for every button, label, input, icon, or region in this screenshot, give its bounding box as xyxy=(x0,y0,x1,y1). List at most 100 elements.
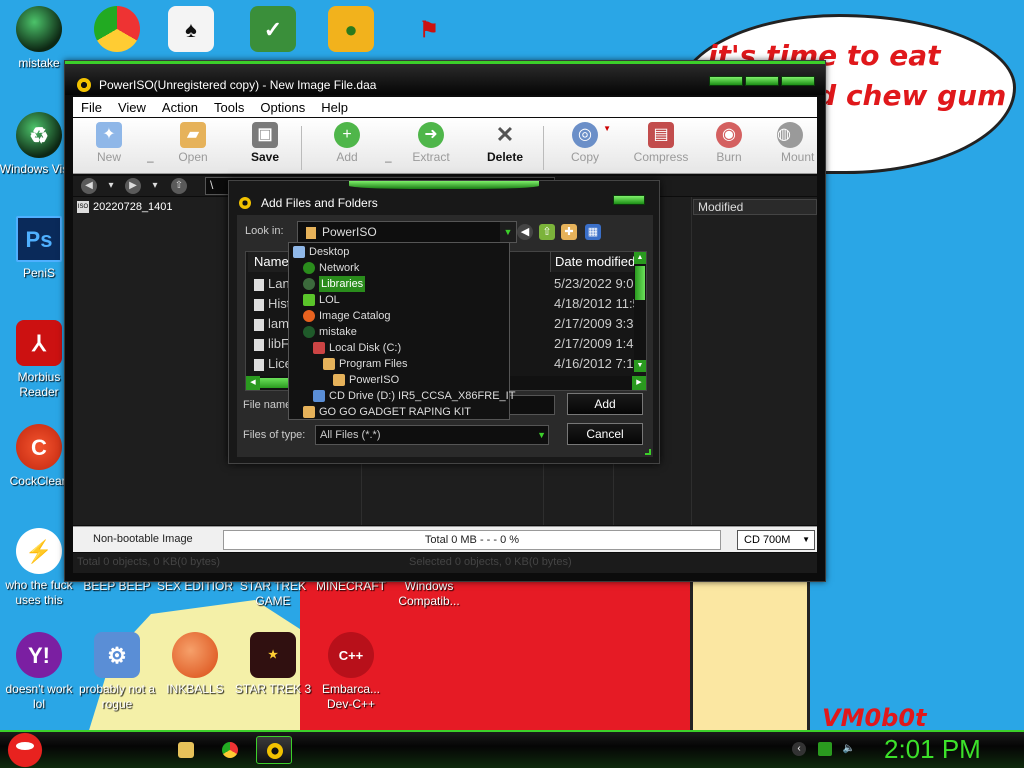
dropdown-item-lol[interactable]: LOL xyxy=(303,292,340,308)
dropdown-item-libraries[interactable]: Libraries xyxy=(303,276,366,292)
volume-icon[interactable]: 🔈 xyxy=(842,742,856,756)
taskbar-explorer[interactable] xyxy=(168,736,204,764)
menu-help[interactable]: Help xyxy=(313,100,356,115)
desktop-icon-star-trek-3[interactable]: ★ STAR TREK 3 xyxy=(232,632,314,697)
desktop-icon-windows-compat[interactable]: Windows Compatib... xyxy=(388,579,470,609)
status-bar: Non-bootable Image Total 0 MB - - - 0 % … xyxy=(73,526,817,552)
delete-button[interactable]: ✕ Delete xyxy=(473,122,537,164)
burn-button[interactable]: ◉ Burn xyxy=(697,122,761,164)
media-size-select[interactable]: CD 700M xyxy=(737,530,815,550)
bad-piggies-icon: ● xyxy=(328,6,374,52)
scroll-left-icon[interactable]: ◀ xyxy=(246,376,260,390)
network-status-icon[interactable] xyxy=(818,742,832,756)
chevron-down-icon[interactable]: ▼ xyxy=(500,222,516,242)
dropdown-item-image-catalog[interactable]: Image Catalog xyxy=(303,308,391,324)
solitaire-icon: ♠ xyxy=(168,6,214,52)
desktop-icon-label: doesn't work lol xyxy=(5,682,73,711)
add-button[interactable]: Add xyxy=(567,393,643,415)
desktop-icon xyxy=(293,246,305,258)
desktop-icon-yahoo[interactable]: Y! doesn't work lol xyxy=(0,632,80,712)
column-header-modified[interactable]: Modified xyxy=(693,199,817,215)
folder-icon xyxy=(333,374,345,386)
dialog-title: Add Files and Folders xyxy=(261,196,378,210)
menu-file[interactable]: File xyxy=(73,100,110,115)
dropdown-item-cd-drive[interactable]: CD Drive (D:) IR5_CCSA_X86FRE_IT xyxy=(313,388,515,404)
forward-icon[interactable]: ▶ xyxy=(125,178,141,194)
wallpaper-cartoon-character xyxy=(690,580,810,730)
copy-disc-icon: ◎ xyxy=(572,122,598,148)
save-icon: ▣ xyxy=(252,122,278,148)
menu-options[interactable]: Options xyxy=(252,100,313,115)
menu-action[interactable]: Action xyxy=(154,100,206,115)
dialog-close-button[interactable] xyxy=(613,195,645,205)
cancel-button[interactable]: Cancel xyxy=(567,423,643,445)
dropdown-item-gadget-kit[interactable]: GO GO GADGET RAPING KIT xyxy=(303,404,471,420)
dropdown-item-label: Desktop xyxy=(309,246,350,258)
dropdown-item-desktop[interactable]: Desktop xyxy=(293,244,349,260)
recycle-orb-icon: ♻ xyxy=(16,112,62,158)
column-header-date-modified[interactable]: Date modified xyxy=(550,252,636,272)
mount-button[interactable]: ◍ Mount xyxy=(763,122,817,164)
back-dropdown-icon[interactable]: ▾ xyxy=(103,178,119,194)
up-folder-icon[interactable]: ⇧ xyxy=(539,224,555,240)
open-button[interactable]: ▰ Open xyxy=(161,122,225,164)
desktop-icon-inkballs[interactable]: INKBALLS xyxy=(154,632,236,697)
desktop-icon-solitaire[interactable]: ♠ xyxy=(150,6,232,56)
desktop-icon-flag[interactable]: ⚑ xyxy=(388,6,470,56)
dropdown-item-poweriso[interactable]: PowerISO xyxy=(333,372,399,388)
desktop-icon-security[interactable]: ✓ xyxy=(232,6,314,56)
toolbar-label: Delete xyxy=(486,150,524,164)
up-folder-icon[interactable]: ⇧ xyxy=(171,178,187,194)
dropdown-item-program-files[interactable]: Program Files xyxy=(323,356,407,372)
scroll-right-icon[interactable]: ▶ xyxy=(632,376,646,390)
scroll-up-icon[interactable]: ▲ xyxy=(634,252,646,264)
back-icon[interactable]: ◀ xyxy=(517,224,533,240)
compress-button[interactable]: ▤ Compress xyxy=(625,122,697,164)
copy-button[interactable]: ◎ ▼ Copy xyxy=(553,122,617,164)
scroll-down-icon[interactable]: ▼ xyxy=(634,360,646,372)
desktop-icon-bad-piggies[interactable]: ● xyxy=(310,6,392,56)
start-button[interactable] xyxy=(4,728,46,768)
dropdown-item-mistake[interactable]: mistake xyxy=(303,324,357,340)
desktop-icon-rogue[interactable]: ⚙ probably not a rogue xyxy=(76,632,158,712)
vertical-scrollbar[interactable]: ▲ ▼ xyxy=(634,252,646,372)
open-folder-icon: ▰ xyxy=(180,122,206,148)
window-titlebar[interactable]: PowerISO(Unregistered copy) - New Image … xyxy=(65,61,825,95)
extract-button[interactable]: ➜ Extract xyxy=(399,122,463,164)
forward-dropdown-icon[interactable]: ▾ xyxy=(147,178,163,194)
save-button[interactable]: ▣ Save xyxy=(233,122,297,164)
menu-tools[interactable]: Tools xyxy=(206,100,252,115)
minimize-button[interactable] xyxy=(709,76,743,86)
new-folder-icon[interactable]: ✚ xyxy=(561,224,577,240)
dropdown-item-local-disk[interactable]: Local Disk (C:) xyxy=(313,340,401,356)
toolbar-separator xyxy=(301,126,302,170)
add-button[interactable]: + Add xyxy=(315,122,379,164)
desktop-icon-star-trek-game[interactable]: STAR TREK GAME xyxy=(232,579,314,609)
new-button[interactable]: ✦ New xyxy=(77,122,141,164)
taskbar-chrome[interactable] xyxy=(212,736,248,764)
taskbar-poweriso[interactable] xyxy=(256,736,292,764)
desktop-icon-dev-cpp[interactable]: C++ Embarca... Dev-C++ xyxy=(310,632,392,712)
toolbar-dropdown-arrow[interactable]: – xyxy=(385,154,392,168)
resize-grip[interactable] xyxy=(645,449,651,455)
poweriso-disc-icon xyxy=(239,197,251,209)
file-type-select[interactable]: All Files (*.*) ▼ xyxy=(315,425,549,445)
tree-item-image[interactable]: ISO 20220728_1401 xyxy=(77,201,173,213)
dropdown-item-network[interactable]: Network xyxy=(303,260,359,276)
close-button[interactable] xyxy=(781,76,815,86)
scroll-thumb[interactable] xyxy=(635,266,645,300)
look-in-select[interactable]: PowerISO ▼ xyxy=(297,221,517,243)
tray-expand-icon[interactable]: ‹ xyxy=(792,742,806,756)
taskbar-clock[interactable]: 2:01 PM xyxy=(884,734,981,765)
compress-icon: ▤ xyxy=(648,122,674,148)
toolbar-dropdown-arrow[interactable]: – xyxy=(147,154,154,168)
view-menu-icon[interactable]: ▦ xyxy=(585,224,601,240)
maximize-button[interactable] xyxy=(745,76,779,86)
ccleaner-icon: C xyxy=(16,424,62,470)
back-icon[interactable]: ◀ xyxy=(81,178,97,194)
desktop-icon-chrome[interactable] xyxy=(76,6,158,56)
flag-logo-icon: ⚑ xyxy=(419,16,439,42)
menu-view[interactable]: View xyxy=(110,100,154,115)
dropdown-item-label: Network xyxy=(319,262,360,274)
dropdown-item-label: mistake xyxy=(319,326,357,338)
